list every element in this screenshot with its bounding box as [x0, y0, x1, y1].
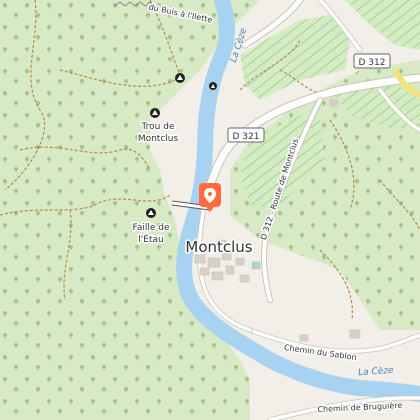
cave-icon[interactable] — [146, 208, 156, 218]
road-shield-d321: D 321 — [227, 127, 265, 143]
svg-text:D 312: D 312 — [359, 58, 386, 68]
cave-label: Faille de — [132, 223, 169, 233]
cave-label: Trou de — [141, 122, 175, 132]
viewpoint-icon[interactable] — [209, 82, 217, 90]
cave-icon[interactable] — [175, 73, 185, 83]
cave-icon[interactable] — [150, 108, 160, 118]
map-view[interactable]: D 321 D 312 du Buis à l'Ilette Trou de M… — [0, 0, 420, 420]
village-label: Montclus — [185, 238, 252, 256]
map-canvas: D 321 D 312 du Buis à l'Ilette Trou de M… — [0, 0, 420, 420]
cave-label: l'Étau — [138, 233, 163, 245]
svg-text:D 321: D 321 — [233, 132, 260, 142]
cave-label: Montclus — [138, 134, 179, 144]
road-shield-d312: D 312 — [353, 53, 391, 69]
